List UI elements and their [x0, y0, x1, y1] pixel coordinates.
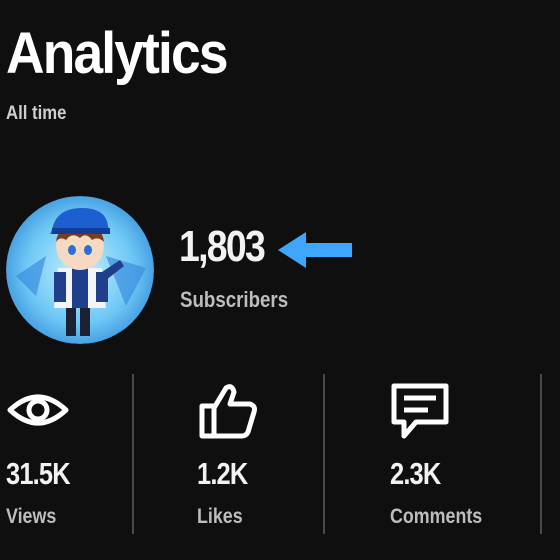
avatar-character-icon [6, 196, 154, 344]
comments-label: Comments [390, 505, 483, 528]
stat-divider [323, 374, 325, 534]
views-value: 31.5K [6, 456, 71, 491]
left-arrow-icon [278, 232, 352, 268]
subscribers-label: Subscribers [180, 287, 289, 312]
thumbs-up-icon [199, 384, 257, 439]
comment-icon [391, 383, 449, 439]
likes-value: 1.2K [197, 456, 248, 491]
time-range-label: All time [6, 103, 67, 124]
comments-value: 2.3K [390, 456, 441, 491]
channel-avatar[interactable] [6, 196, 154, 344]
views-label: Views [6, 505, 57, 528]
subscriber-count: 1,803 [179, 222, 266, 271]
likes-label: Likes [197, 505, 243, 528]
page-title: Analytics [6, 21, 229, 86]
stat-divider [132, 374, 134, 534]
eye-icon [7, 394, 69, 426]
stat-divider [540, 374, 542, 534]
